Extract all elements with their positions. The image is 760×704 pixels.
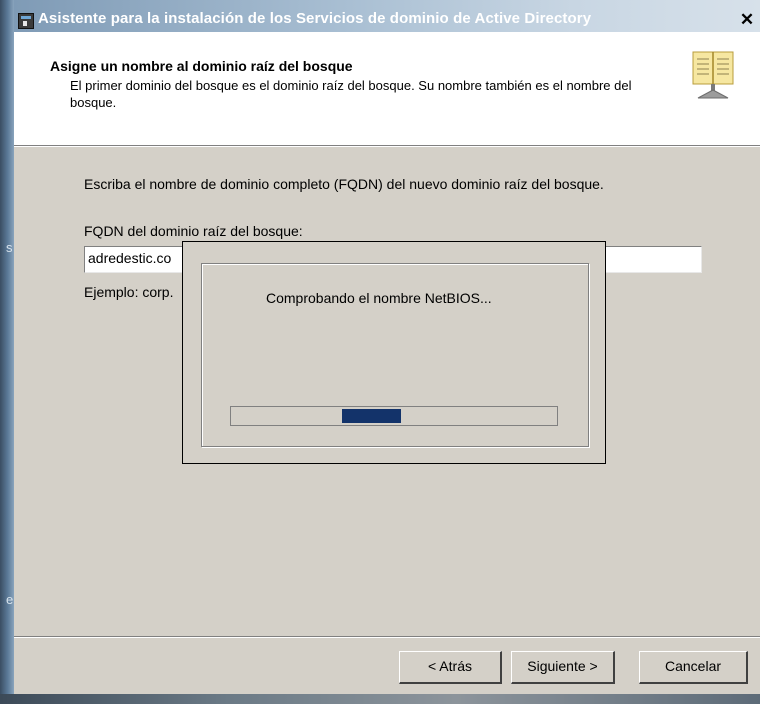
wizard-window: Asistente para la instalación de los Ser… [14, 0, 760, 694]
progress-message: Comprobando el nombre NetBIOS... [266, 290, 492, 306]
page-title: Asigne un nombre al dominio raíz del bos… [50, 58, 353, 74]
next-button[interactable]: Siguiente > [511, 651, 615, 684]
example-text: Ejemplo: corp. [84, 284, 174, 300]
wizard-window-icon [18, 13, 34, 29]
background-edge-glyph: e [6, 592, 14, 607]
fqdn-label: FQDN del dominio raíz del bosque: [84, 223, 303, 239]
page-subtitle: El primer dominio del bosque es el domin… [70, 78, 632, 110]
background-edge-glyph: s [6, 240, 13, 255]
title-bar[interactable]: Asistente para la instalación de los Ser… [14, 0, 760, 32]
progress-bar [230, 406, 558, 426]
close-button[interactable]: ✕ [736, 11, 758, 29]
taskbar-strip [0, 694, 760, 704]
background-window-edge: s e [0, 0, 14, 704]
footer-divider-highlight [14, 637, 760, 638]
header-divider-highlight [14, 146, 760, 147]
cancel-button[interactable]: Cancelar [639, 651, 748, 684]
progress-dialog: Comprobando el nombre NetBIOS... [182, 241, 606, 464]
instruction-text: Escriba el nombre de dominio completo (F… [84, 176, 604, 192]
back-button[interactable]: < Atrás [399, 651, 502, 684]
open-book-icon [692, 51, 734, 99]
progress-group-frame: Comprobando el nombre NetBIOS... [201, 263, 589, 447]
progress-bar-indicator [342, 409, 401, 423]
window-title: Asistente para la instalación de los Ser… [38, 10, 592, 27]
wizard-header: Asigne un nombre al dominio raíz del bos… [14, 32, 760, 145]
